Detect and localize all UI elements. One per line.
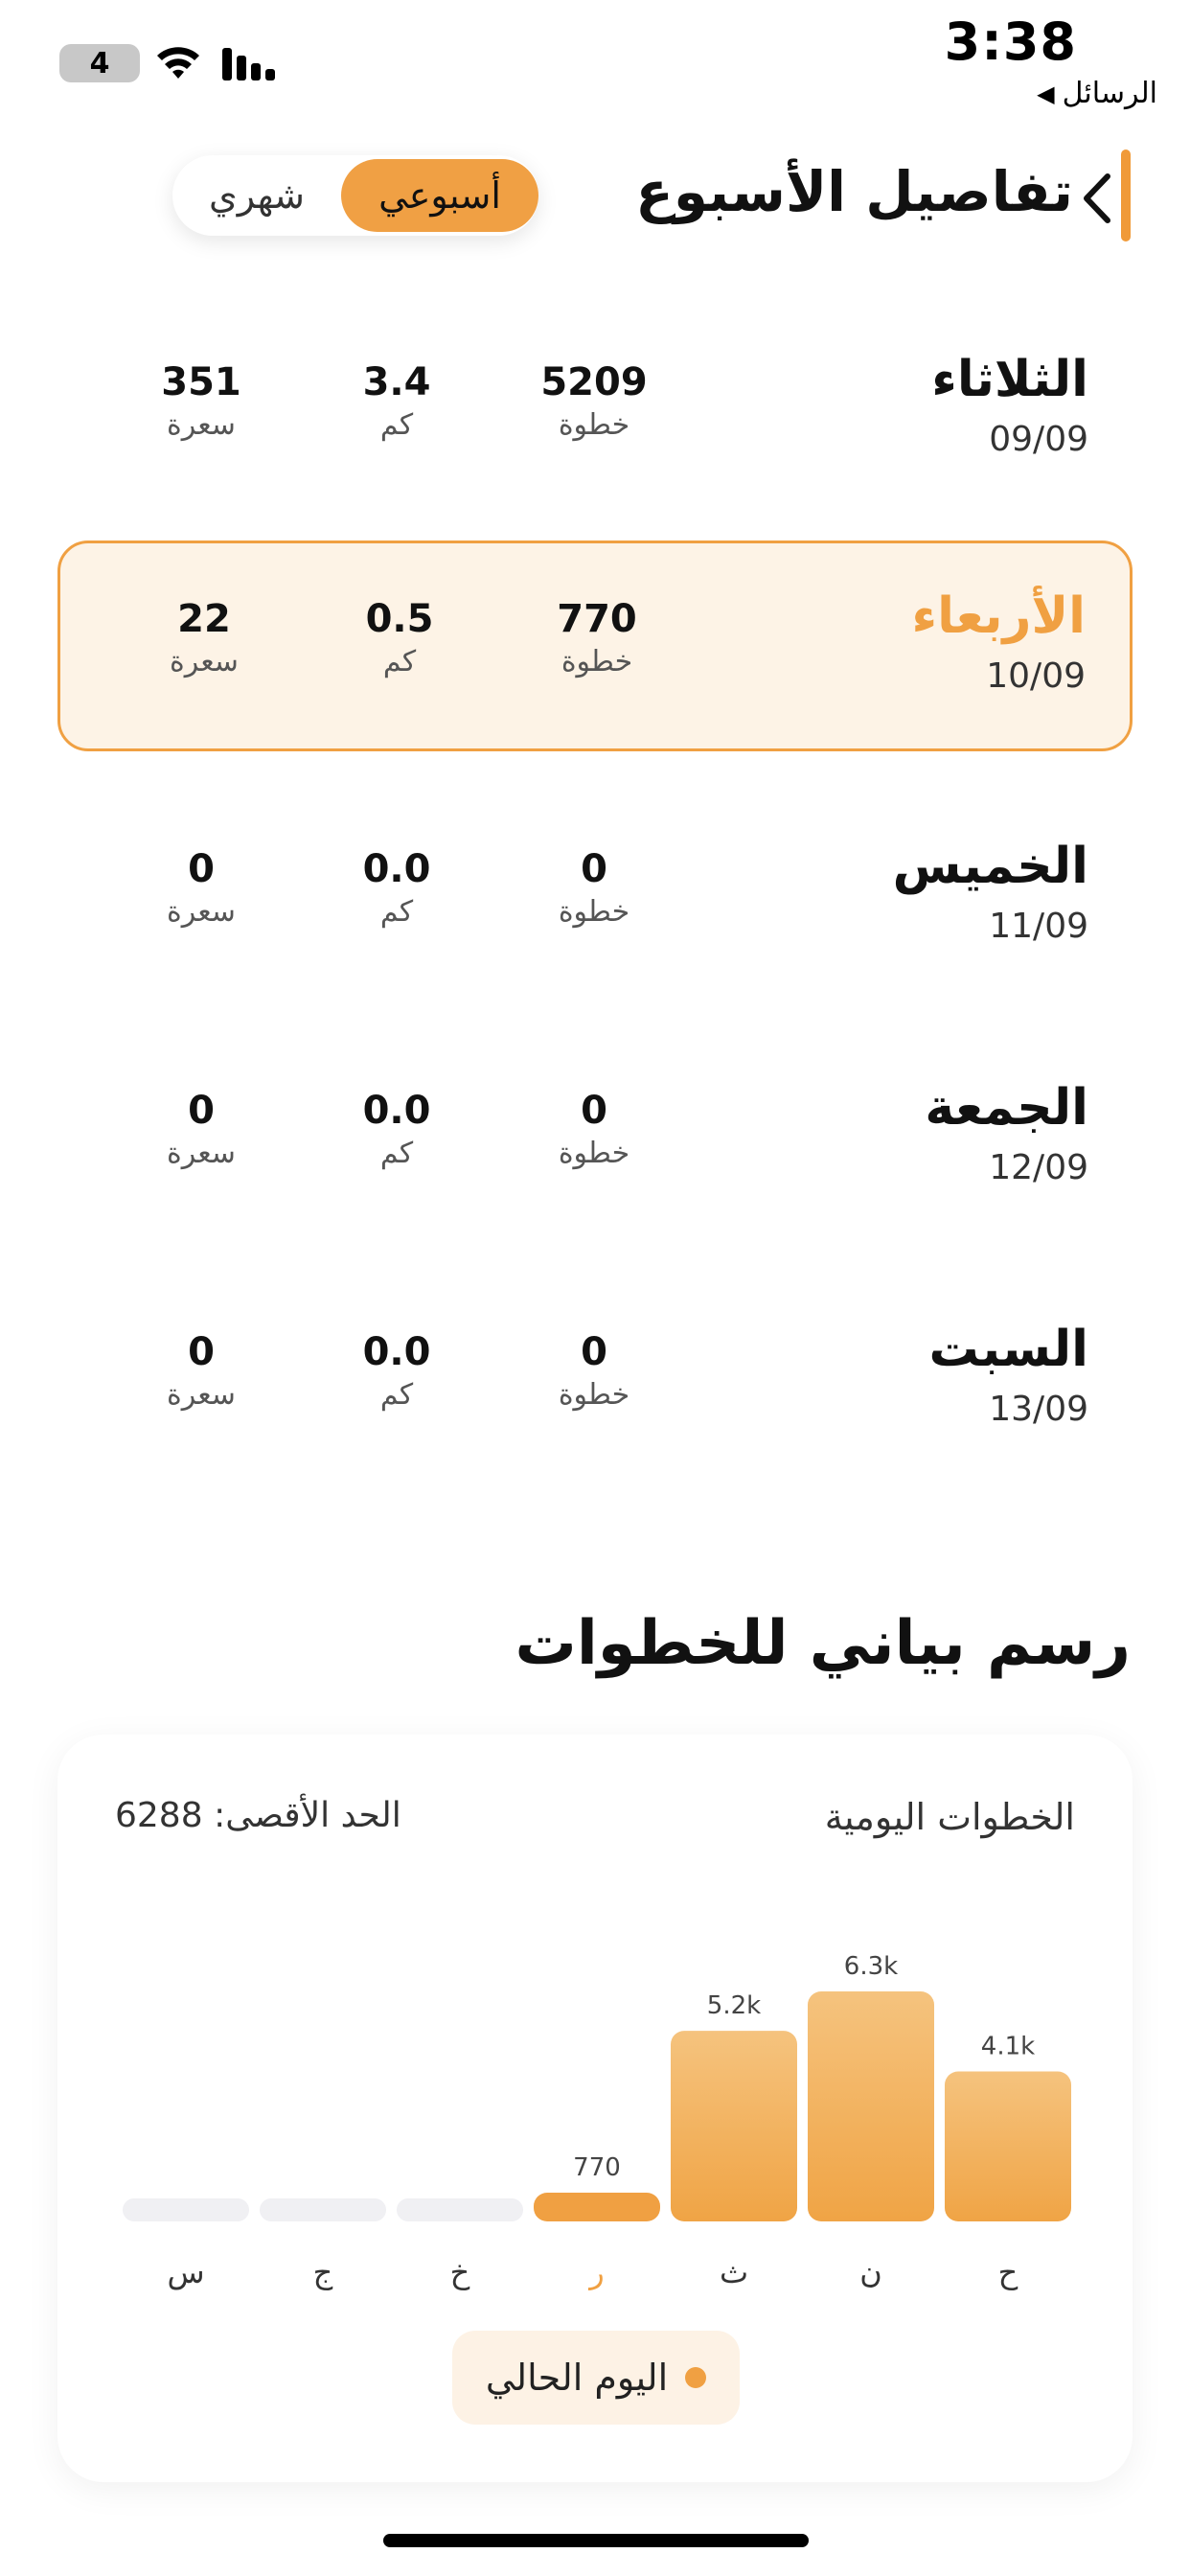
steps-unit: خطوة [558, 1137, 630, 1170]
distance-unit: كم [379, 895, 414, 929]
back-triangle-icon: ◀ [1037, 80, 1055, 107]
chart-category-label-0: ح [998, 2254, 1018, 2290]
distance-value: 0.0 [362, 847, 431, 891]
day-name: السبت [928, 1321, 1088, 1378]
legend-current-day: اليوم الحالي [452, 2331, 740, 2425]
calories-metric: 0 سعرة [115, 1330, 287, 1412]
calories-value: 351 [161, 360, 241, 404]
steps-unit: خطوة [561, 645, 633, 678]
chart-data-label-1: 6.3k [844, 1952, 898, 1981]
home-indicator[interactable] [383, 2534, 809, 2547]
distance-metric: 0.0 كم [310, 847, 483, 929]
distance-metric: 3.4 كم [310, 360, 483, 442]
calories-metric: 0 سعرة [115, 1089, 287, 1170]
day-name: الجمعة [925, 1079, 1088, 1137]
chart-data-label-0: 4.1k [981, 2033, 1035, 2061]
chart-bar-3 [534, 2193, 660, 2221]
chart-data-label-3: 770 [573, 2153, 621, 2182]
chart-category-label-5: ج [313, 2254, 333, 2290]
calories-unit: سعرة [167, 1137, 236, 1170]
day-row[interactable]: الخميس 11/09 0 خطوة 0.0 كم 0 سعرة [57, 794, 1133, 1004]
chart-bar-6 [123, 2198, 249, 2221]
cellular-signal-icon [222, 48, 275, 80]
chart-category-label-3: ر [587, 2254, 604, 2290]
chart-bar-0 [945, 2071, 1071, 2221]
steps-metric: 0 خطوة [508, 1089, 680, 1170]
calories-value: 0 [188, 1330, 215, 1374]
wifi-icon [157, 47, 199, 79]
chart-bar-2 [671, 2031, 797, 2221]
chart-bar-1 [808, 1991, 934, 2221]
calories-metric: 351 سعرة [115, 360, 287, 442]
calories-unit: سعرة [167, 1378, 236, 1412]
back-app-label: الرسائل [1062, 77, 1157, 110]
steps-unit: خطوة [558, 408, 630, 442]
day-row[interactable]: الجمعة 12/09 0 خطوة 0.0 كم 0 سعرة [57, 1035, 1133, 1246]
steps-unit: خطوة [558, 895, 630, 929]
day-name: الخميس [892, 838, 1088, 895]
battery-icon: 4 [59, 44, 140, 82]
chart-category-label-4: خ [450, 2254, 470, 2290]
toggle-weekly[interactable]: أسبوعي [341, 159, 538, 232]
chart-section-title: رسم بياني للخطوات [515, 1608, 1132, 1679]
day-name: الأربعاء [911, 587, 1086, 645]
chart-data-label-2: 5.2k [707, 1991, 761, 2020]
page-title: تفاصيل الأسبوع [635, 159, 1073, 224]
battery-level: 4 [89, 46, 110, 80]
steps-value: 0 [581, 1330, 607, 1374]
distance-value: 3.4 [362, 360, 431, 404]
steps-value: 0 [581, 1089, 607, 1133]
day-date: 11/09 [989, 907, 1088, 946]
distance-metric: 0.5 كم [313, 597, 486, 678]
chart-bar-5 [260, 2198, 386, 2221]
day-row-today[interactable]: الأربعاء 10/09 770 خطوة 0.5 كم 22 سعرة [57, 540, 1133, 751]
steps-metric: 0 خطوة [508, 1330, 680, 1412]
day-name: الثلاثاء [931, 351, 1088, 408]
steps-value: 770 [557, 597, 637, 641]
distance-unit: كم [379, 1378, 414, 1412]
distance-value: 0.0 [362, 1089, 431, 1133]
steps-metric: 0 خطوة [508, 847, 680, 929]
distance-value: 0.0 [362, 1330, 431, 1374]
chart-category-label-1: ن [859, 2254, 882, 2290]
steps-chart-card: الخطوات اليومية الحد الأقصى: 6288 4.1k ح 6… [57, 1735, 1133, 2482]
chart-category-label-2: ث [720, 2254, 748, 2290]
calories-metric: 22 سعرة [118, 597, 290, 678]
period-toggle: أسبوعي شهري [172, 155, 538, 236]
steps-value: 0 [581, 847, 607, 891]
distance-unit: كم [379, 1137, 414, 1170]
day-row[interactable]: الثلاثاء 09/09 5209 خطوة 3.4 كم 351 سعرة [57, 307, 1133, 518]
day-row[interactable]: السبت 13/09 0 خطوة 0.0 كم 0 سعرة [57, 1276, 1133, 1487]
distance-metric: 0.0 كم [310, 1330, 483, 1412]
distance-unit: كم [382, 645, 417, 678]
toggle-monthly[interactable]: شهري [172, 159, 341, 232]
calories-unit: سعرة [167, 408, 236, 442]
chart-bar-4 [397, 2198, 523, 2221]
distance-unit: كم [379, 408, 414, 442]
calories-unit: سعرة [167, 895, 236, 929]
back-to-app[interactable]: الرسائل ◀ [1037, 77, 1157, 110]
day-date: 12/09 [989, 1148, 1088, 1187]
day-date: 10/09 [986, 656, 1086, 696]
distance-metric: 0.0 كم [310, 1089, 483, 1170]
header-accent-bar [1121, 150, 1131, 242]
chevron-icon[interactable] [1081, 172, 1113, 224]
status-time: 3:38 [944, 12, 1077, 72]
steps-metric: 770 خطوة [511, 597, 683, 678]
distance-value: 0.5 [365, 597, 434, 641]
calories-value: 0 [188, 1089, 215, 1133]
chart-category-label-6: س [167, 2254, 204, 2290]
calories-value: 0 [188, 847, 215, 891]
steps-value: 5209 [540, 360, 648, 404]
calories-unit: سعرة [170, 645, 239, 678]
steps-metric: 5209 خطوة [508, 360, 680, 442]
day-date: 09/09 [989, 420, 1088, 459]
calories-metric: 0 سعرة [115, 847, 287, 929]
legend-label: اليوم الحالي [485, 2357, 669, 2399]
day-date: 13/09 [989, 1390, 1088, 1429]
calories-value: 22 [177, 597, 231, 641]
steps-unit: خطوة [558, 1378, 630, 1412]
legend-dot-icon [685, 2367, 707, 2388]
